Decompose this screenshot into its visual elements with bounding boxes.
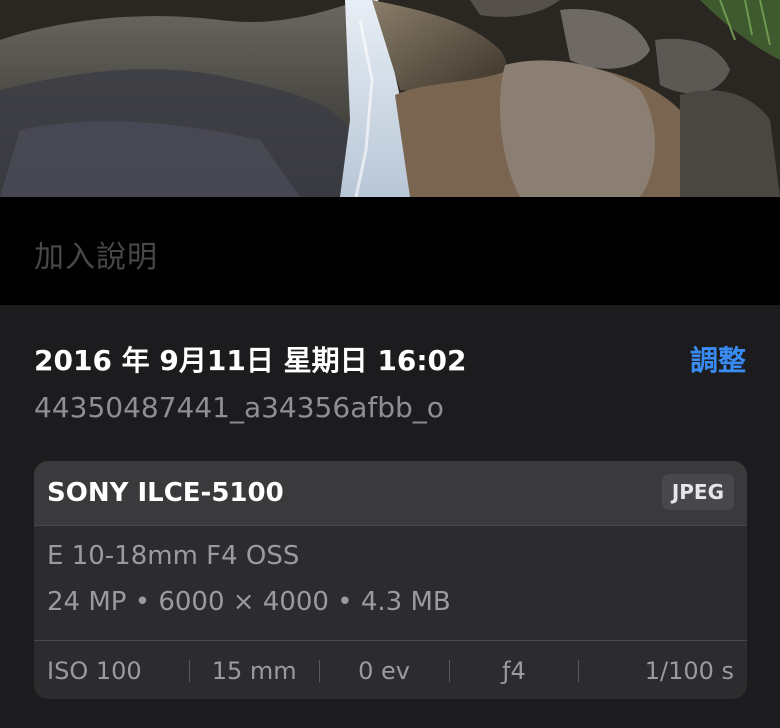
file-name: 44350487441_a34356afbb_o (34, 391, 444, 424)
exif-focal-length: 15 mm (211, 656, 297, 685)
caption-input[interactable]: 加入說明 (34, 232, 158, 276)
exif-iso: ISO 100 (47, 656, 142, 685)
camera-info-card: SONY ILCE-5100 JPEG E 10-18mm F4 OSS 24 … (34, 461, 747, 699)
photo-preview[interactable] (0, 0, 780, 197)
camera-model: SONY ILCE-5100 (47, 478, 284, 508)
adjust-button[interactable]: 調整 (690, 339, 746, 379)
exif-exposure-value: 0 ev (358, 656, 410, 685)
camera-header: SONY ILCE-5100 JPEG (34, 461, 747, 526)
format-badge: JPEG (661, 474, 734, 510)
waterfall-photo (0, 0, 780, 197)
exif-row: ISO 100 15 mm 0 ev ƒ4 1/100 s (34, 640, 747, 699)
image-specs: 24 MP • 6000 × 4000 • 4.3 MB (47, 587, 451, 617)
capture-datetime: 2016 年 9月11日 星期日 16:02 (34, 344, 467, 377)
exif-aperture: ƒ4 (502, 656, 526, 685)
lens-name: E 10-18mm F4 OSS (47, 541, 300, 571)
exif-shutter-speed: 1/100 s (644, 656, 735, 685)
